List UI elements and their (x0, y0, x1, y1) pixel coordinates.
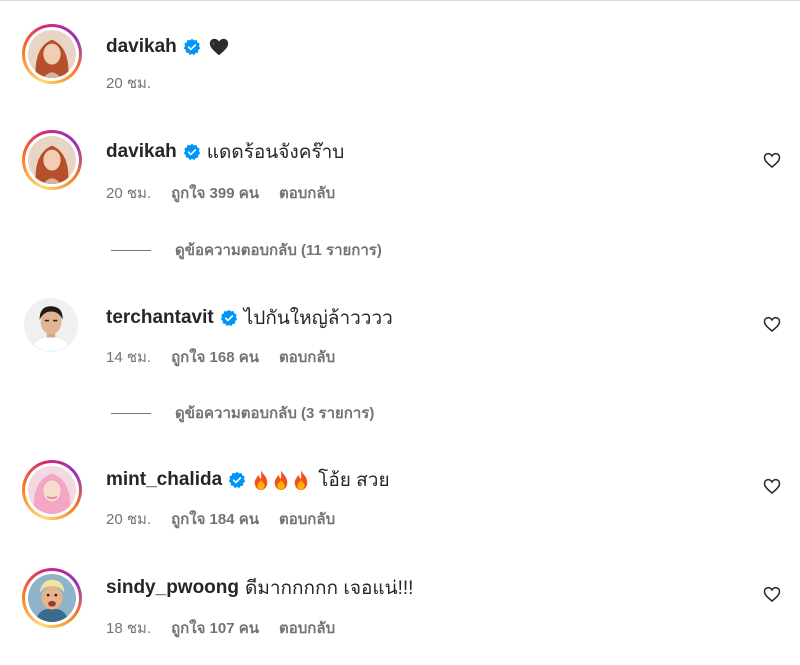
like-heart-icon[interactable] (762, 150, 782, 170)
like-heart-icon[interactable] (762, 584, 782, 604)
username[interactable]: terchantavit (106, 307, 214, 329)
username[interactable]: davikah (106, 36, 177, 58)
comment-meta: 18 ชม. ถูกใจ 107 คน ตอบกลับ (106, 617, 335, 639)
comment-line: mint_chalida โอ้ย สวย (106, 465, 390, 495)
reply-button[interactable]: ตอบกลับ (279, 616, 335, 640)
comments-panel: davikah 20 ชม. davikah แดดร้อนจังคร๊าบ 2… (0, 0, 800, 665)
comment-meta: 14 ชม. ถูกใจ 168 คน ตอบกลับ (106, 346, 335, 368)
comment-item: terchantavit ไปกันใหญ่ล้าวววว 14 ชม. ถูก… (0, 288, 800, 368)
timestamp[interactable]: 14 ชม. (106, 345, 151, 369)
red-hair-woman-avatar (28, 136, 76, 184)
avatar[interactable] (22, 24, 82, 84)
comment-item: mint_chalida โอ้ย สวย 20 ชม. ถูกใจ 184 ค… (0, 452, 800, 532)
timestamp[interactable]: 20 ชม. (106, 181, 151, 205)
top-divider (0, 0, 800, 1)
replies-divider (111, 249, 151, 251)
like-heart-icon[interactable] (762, 476, 782, 496)
comment-line: davikah (106, 32, 231, 62)
comment-item: davikah 20 ชม. (0, 16, 800, 96)
like-count[interactable]: ถูกใจ 184 คน (171, 507, 259, 531)
pink-hair-woman-avatar (28, 466, 76, 514)
comment-line: davikah แดดร้อนจังคร๊าบ (106, 137, 344, 167)
timestamp[interactable]: 18 ชม. (106, 616, 151, 640)
username[interactable]: davikah (106, 141, 177, 163)
fire-emoji (254, 470, 268, 490)
comment-text: ไปกันใหญ่ล้าวววว (243, 308, 393, 329)
comment-item: davikah แดดร้อนจังคร๊าบ 20 ชม. ถูกใจ 399… (0, 122, 800, 202)
view-replies-button[interactable]: ดูข้อความตอบกลับ (3 รายการ) (111, 403, 374, 423)
timestamp[interactable]: 20 ชม. (106, 71, 151, 95)
view-replies-label: ดูข้อความตอบกลับ (3 รายการ) (175, 405, 375, 422)
reply-button[interactable]: ตอบกลับ (279, 345, 335, 369)
comment-text: ดีมากกกกก เจอแน่!!! (245, 578, 414, 599)
view-replies-label: ดูข้อความตอบกลับ (11 รายการ) (175, 242, 382, 259)
comment-line: sindy_pwoong ดีมากกกกก เจอแน่!!! (106, 573, 413, 603)
red-hair-woman-avatar (28, 30, 76, 78)
comment-item: sindy_pwoong ดีมากกกกก เจอแน่!!! 18 ชม. … (0, 560, 800, 640)
comment-meta: 20 ชม. ถูกใจ 184 คน ตอบกลับ (106, 508, 335, 530)
like-count[interactable]: ถูกใจ 399 คน (171, 181, 259, 205)
replies-divider (111, 412, 151, 414)
fire-emoji (274, 470, 288, 490)
comment-line: terchantavit ไปกันใหญ่ล้าวววว (106, 303, 393, 333)
blonde-man-avatar (28, 574, 76, 622)
comment-text: แดดร้อนจังคร๊าบ (206, 142, 345, 163)
like-count[interactable]: ถูกใจ 107 คน (171, 616, 259, 640)
like-heart-icon[interactable] (762, 314, 782, 334)
comment-meta: 20 ชม. (106, 72, 171, 94)
black-heart-emoji (209, 38, 228, 56)
reply-button[interactable]: ตอบกลับ (279, 181, 335, 205)
avatar[interactable] (24, 298, 78, 352)
like-count[interactable]: ถูกใจ 168 คน (171, 345, 259, 369)
verified-badge-icon (228, 471, 246, 489)
view-replies-button[interactable]: ดูข้อความตอบกลับ (11 รายการ) (111, 240, 382, 260)
avatar[interactable] (22, 460, 82, 520)
verified-badge-icon (220, 309, 237, 327)
avatar[interactable] (22, 568, 82, 628)
reply-button[interactable]: ตอบกลับ (279, 507, 335, 531)
fire-emoji (294, 470, 308, 490)
verified-badge-icon (183, 143, 200, 161)
man-avatar (25, 299, 77, 351)
timestamp[interactable]: 20 ชม. (106, 507, 151, 531)
username[interactable]: sindy_pwoong (106, 577, 239, 599)
avatar[interactable] (22, 130, 82, 190)
comment-text: โอ้ย สวย (318, 470, 390, 491)
username[interactable]: mint_chalida (106, 469, 222, 491)
verified-badge-icon (183, 38, 200, 56)
comment-meta: 20 ชม. ถูกใจ 399 คน ตอบกลับ (106, 182, 335, 204)
